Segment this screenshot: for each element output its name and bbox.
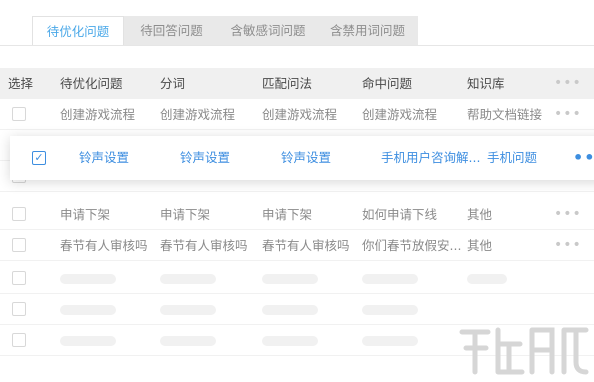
cell-segmentation: 创建游戏流程 [160,107,236,122]
skeleton-bar [60,274,116,284]
selected-row-more-icon[interactable]: ••• [573,136,594,180]
row-checkbox[interactable] [12,302,26,316]
tab-pending-answer[interactable]: 待回答问题 [124,16,219,45]
row-more-icon[interactable]: ••• [554,230,582,261]
skeleton-bar [160,274,216,284]
selected-row-checkbox[interactable]: ✓ [32,151,46,165]
header-more-icon[interactable]: ••• [554,68,582,99]
tab-sensitive-words[interactable]: 含敏感词问题 [219,16,317,45]
selected-cell-segmentation: 铃声设置 [180,150,231,165]
skeleton-bar [262,336,318,346]
skeleton-bar [60,336,116,346]
column-header-segmentation: 分词 [160,76,186,91]
column-header-hit-question: 命中问题 [362,76,413,91]
tab-bar: 待优化问题 待回答问题 含敏感词问题 含禁用词问题 [32,16,418,45]
skeleton-bar [60,305,116,315]
skeleton-bar [262,274,318,284]
skeleton-bar [362,274,418,284]
cell-segmentation: 申请下架 [160,207,211,222]
cell-question: 创建游戏流程 [60,107,136,122]
tab-divider [0,45,594,46]
cell-match: 创建游戏流程 [262,107,338,122]
column-header-question: 待优化问题 [60,76,123,91]
cell-knowledge-base: 其他 [467,238,493,253]
skeleton-bar [262,305,318,315]
cell-question: 申请下架 [60,207,111,222]
cell-hit-question: 创建游戏流程 [362,107,438,122]
row-more-icon[interactable]: ••• [554,199,582,230]
watermark-logo [459,327,589,375]
row-more-icon[interactable]: ••• [554,99,582,130]
skeleton-row [0,294,594,325]
selected-row-card[interactable]: ✓ 铃声设置 铃声设置 铃声设置 手机用户咨询解... 手机问题 ••• [10,136,594,180]
row-checkbox[interactable] [12,238,26,252]
table-row: 春节有人审核吗 春节有人审核吗 春节有人审核吗 你们春节放假安... 其他 ••… [0,230,594,261]
tab-pending-optimize[interactable]: 待优化问题 [32,16,124,45]
column-header-match: 匹配问法 [262,76,313,91]
cell-question: 春节有人审核吗 [60,238,148,253]
cell-segmentation: 春节有人审核吗 [160,238,248,253]
column-header-knowledge-base: 知识库 [467,76,505,91]
skeleton-bar [362,336,418,346]
skeleton-bar [160,336,216,346]
skeleton-bar [467,274,507,284]
skeleton-row [0,263,594,294]
cell-knowledge-base: 帮助文档链接 [467,107,543,122]
skeleton-bar [362,305,418,315]
table-row: 申请下架 申请下架 申请下架 如何申请下线 其他 ••• [0,199,594,230]
table-row: 创建游戏流程 创建游戏流程 创建游戏流程 创建游戏流程 帮助文档链接 ••• [0,99,594,130]
tab-forbidden-words[interactable]: 含禁用词问题 [317,16,418,45]
cell-hit-question: 你们春节放假安... [362,238,462,253]
selected-cell-match: 铃声设置 [281,150,332,165]
cell-match: 申请下架 [262,207,313,222]
row-checkbox[interactable] [12,207,26,221]
column-header-select: 选择 [8,76,34,91]
row-checkbox[interactable] [12,333,26,347]
selected-cell-hit-question: 手机用户咨询解... [381,150,481,165]
table-header: 选择 待优化问题 分词 匹配问法 命中问题 知识库 ••• [0,68,594,99]
row-checkbox[interactable] [12,271,26,285]
cell-knowledge-base: 其他 [467,207,493,222]
selected-cell-knowledge-base: 手机问题 [487,150,538,165]
row-checkbox[interactable] [12,107,26,121]
cell-hit-question: 如何申请下线 [362,207,438,222]
selected-cell-question: 铃声设置 [79,150,130,165]
skeleton-bar [160,305,216,315]
cell-match: 春节有人审核吗 [262,238,350,253]
